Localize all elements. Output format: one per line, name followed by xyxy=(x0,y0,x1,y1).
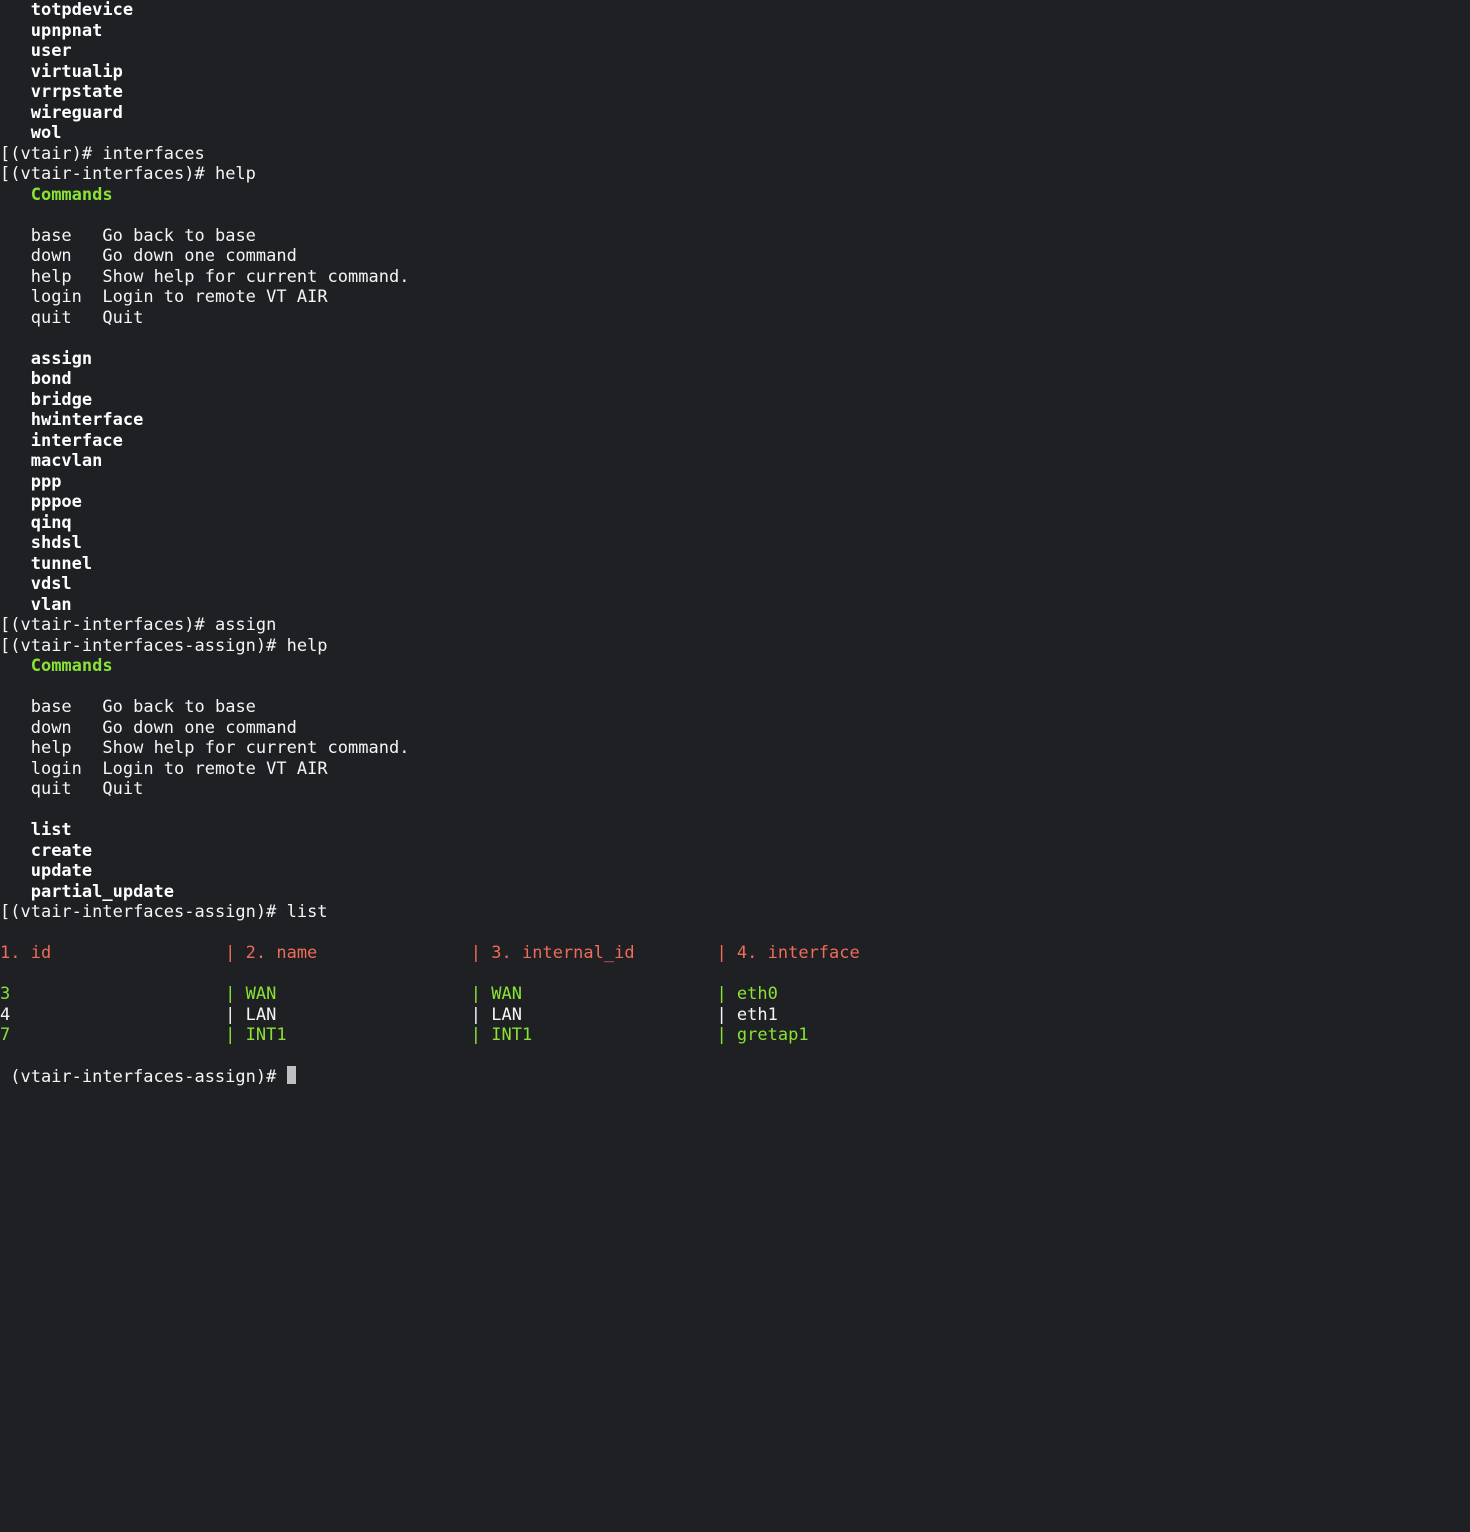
cursor-icon xyxy=(287,1066,297,1084)
subcommand-item: shdsl xyxy=(0,533,82,553)
help-row: help Show help for current command. xyxy=(0,267,409,287)
subcommand-item: ppp xyxy=(0,472,61,492)
subcommand-item: vdsl xyxy=(0,574,72,594)
subcommand-item: interface xyxy=(0,431,123,451)
subcommand-item: list xyxy=(0,820,72,840)
help-row: login Login to remote VT AIR xyxy=(0,287,328,307)
commands-heading: Commands xyxy=(0,185,113,205)
word-list-item: virtualip xyxy=(0,62,123,82)
word-list-item: user xyxy=(0,41,72,61)
word-list-item: vrrpstate xyxy=(0,82,123,102)
terminal-output: totpdevice upnpnat user virtualip vrrpst… xyxy=(0,0,1470,1088)
help-row: down Go down one command xyxy=(0,718,297,738)
subcommand-item: bond xyxy=(0,369,72,389)
subcommand-item: qinq xyxy=(0,513,72,533)
subcommand-item: tunnel xyxy=(0,554,92,574)
prompt-line: [(vtair-interfaces)# assign xyxy=(0,615,276,635)
prompt-line: [(vtair-interfaces-assign)# help xyxy=(0,636,328,656)
subcommand-item: assign xyxy=(0,349,92,369)
word-list-item: upnpnat xyxy=(0,21,102,41)
commands-heading: Commands xyxy=(0,656,113,676)
subcommand-item: hwinterface xyxy=(0,410,143,430)
word-list-item: wol xyxy=(0,123,61,143)
subcommand-item: pppoe xyxy=(0,492,82,512)
subcommand-item: bridge xyxy=(0,390,92,410)
prompt-line: [(vtair-interfaces-assign)# list xyxy=(0,902,328,922)
subcommand-item: update xyxy=(0,861,92,881)
help-row: login Login to remote VT AIR xyxy=(0,759,328,779)
help-row: quit Quit xyxy=(0,308,143,328)
active-prompt[interactable]: (vtair-interfaces-assign)# xyxy=(0,1067,296,1087)
table-header-row: 1. id| 2. name| 3. internal_id| 4. inter… xyxy=(0,943,860,963)
help-row: base Go back to base xyxy=(0,226,256,246)
word-list-item: wireguard xyxy=(0,103,123,123)
table-row: 3| WAN| WAN| eth0 xyxy=(0,984,778,1004)
prompt-line: [(vtair)# interfaces xyxy=(0,144,205,164)
help-row: down Go down one command xyxy=(0,246,297,266)
word-list-item: totpdevice xyxy=(0,0,133,20)
subcommand-item: macvlan xyxy=(0,451,102,471)
help-row: quit Quit xyxy=(0,779,143,799)
prompt-line: [(vtair-interfaces)# help xyxy=(0,164,256,184)
table-row: 7| INT1| INT1| gretap1 xyxy=(0,1025,809,1045)
table-row: 4| LAN| LAN| eth1 xyxy=(0,1005,778,1025)
help-row: base Go back to base xyxy=(0,697,256,717)
subcommand-item: vlan xyxy=(0,595,72,615)
help-row: help Show help for current command. xyxy=(0,738,409,758)
subcommand-item: partial_update xyxy=(0,882,174,902)
subcommand-item: create xyxy=(0,841,92,861)
